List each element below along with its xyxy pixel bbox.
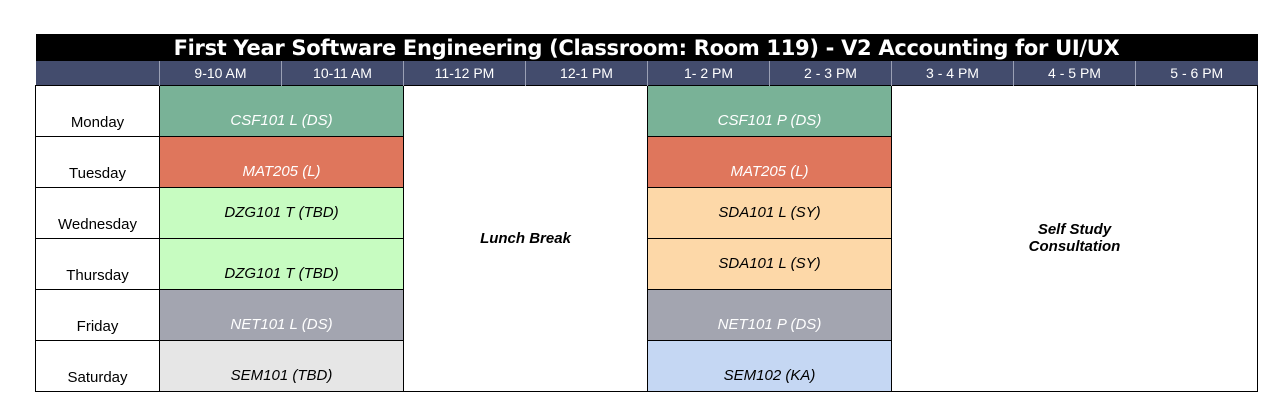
consultation-line: Consultation [1028,238,1121,255]
class-cell: CSF101 L (DS) [159,84,404,137]
day-label: Friday [35,288,160,341]
time-slot-header: 10-11 AM [281,61,404,85]
time-slot-header: 1- 2 PM [647,61,770,85]
class-cell: NET101 P (DS) [647,288,892,341]
class-cell: SEM102 (KA) [647,339,892,392]
day-label: Monday [35,84,160,137]
day-label: Wednesday [35,186,160,239]
self-study-line: Self Study [1037,221,1112,238]
day-label: Thursday [35,237,160,290]
time-slot-header: 5 - 6 PM [1134,61,1258,85]
day-label: Tuesday [35,135,160,188]
timetable-title: First Year Software Engineering (Classro… [35,34,1258,61]
class-cell: MAT205 (L) [647,135,892,188]
class-cell: NET101 L (DS) [159,288,404,341]
time-slot-header: 12-1 PM [525,61,648,85]
timetable-grid: First Year Software Engineering (Classro… [35,34,1259,392]
class-cell: DZG101 T (TBD) [159,186,404,239]
class-cell: SEM101 (TBD) [159,339,404,392]
time-slot-header: 4 - 5 PM [1013,61,1136,85]
day-label: Saturday [35,339,160,392]
time-slot-header: 3 - 4 PM [891,61,1014,85]
class-cell: SDA101 L (SY) [647,186,892,239]
class-cell: MAT205 (L) [159,135,404,188]
time-slot-header: 2 - 3 PM [769,61,892,85]
self-study-cell: Self Study Consultation [890,84,1259,392]
time-slot-header: 9-10 AM [159,61,282,85]
class-cell: CSF101 P (DS) [647,84,892,137]
timetable: First Year Software Engineering (Classro… [35,34,1259,392]
class-cell: SDA101 L (SY) [647,237,892,290]
time-slot-header: 11-12 PM [403,61,526,85]
lunch-break-cell: Lunch Break [403,84,648,392]
time-header-row: 9-10 AM 10-11 AM 11-12 PM 12-1 PM 1- 2 P… [35,61,1258,85]
day-row-monday: Monday CSF101 L (DS) Lunch Break CSF101 … [35,84,1259,392]
class-cell: DZG101 T (TBD) [159,237,404,290]
corner-header-cell [35,61,160,85]
